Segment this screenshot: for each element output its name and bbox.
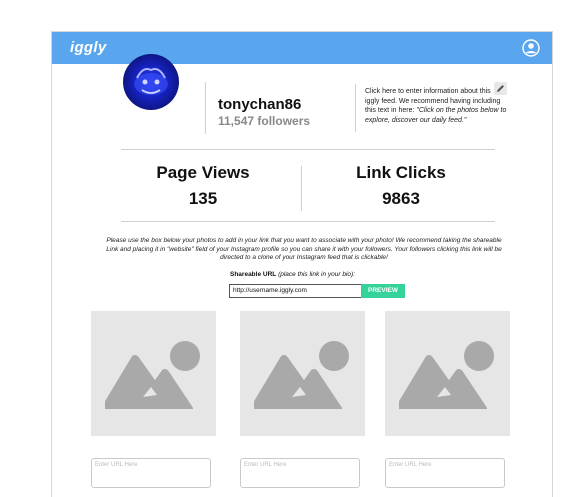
link-clicks-value: 9863 (382, 189, 420, 208)
divider (205, 82, 206, 134)
image-placeholder-icon (105, 341, 200, 409)
link-clicks-label: Link Clicks (356, 163, 446, 182)
preview-button[interactable]: PREVIEW (361, 284, 405, 298)
shareable-url-hint: (place this link in your bio): (278, 271, 356, 278)
image-placeholder-icon (399, 341, 494, 409)
user-circle-icon[interactable] (522, 39, 540, 57)
shareable-url-input[interactable]: http://username.iggly.com (229, 284, 362, 298)
photo-placeholder[interactable] (385, 311, 510, 436)
page-views-label: Page Views (156, 163, 250, 182)
app-window: iggly tonychan86 11,547 followers Click … (51, 31, 553, 497)
divider (355, 84, 356, 132)
instructions-text: Please use the box below your photos to … (106, 237, 502, 262)
photo-placeholder[interactable] (240, 311, 365, 436)
photo-url-input[interactable]: Enter URL Here (91, 458, 211, 488)
bio-text[interactable]: Click here to enter information about th… (365, 87, 507, 125)
divider (121, 221, 495, 222)
username: tonychan86 (218, 96, 302, 113)
photo-url-input[interactable]: Enter URL Here (240, 458, 360, 488)
placeholder-text: Enter URL Here (389, 462, 432, 468)
shareable-url-label: Shareable URL (place this link in your b… (230, 271, 355, 278)
placeholder-text: Enter URL Here (95, 462, 138, 468)
divider (301, 166, 302, 211)
page-views-value: 135 (188, 189, 218, 208)
image-placeholder-icon (254, 341, 349, 409)
photo-url-input[interactable]: Enter URL Here (385, 458, 505, 488)
pencil-icon[interactable] (494, 82, 507, 95)
shareable-url-title: Shareable URL (230, 271, 277, 278)
logo[interactable]: iggly (70, 39, 107, 56)
placeholder-text: Enter URL Here (244, 462, 287, 468)
follower-count: 11,547 followers (218, 114, 311, 128)
photo-placeholder[interactable] (91, 311, 216, 436)
divider (121, 149, 495, 150)
top-bar: iggly (52, 32, 552, 64)
avatar (123, 54, 179, 110)
